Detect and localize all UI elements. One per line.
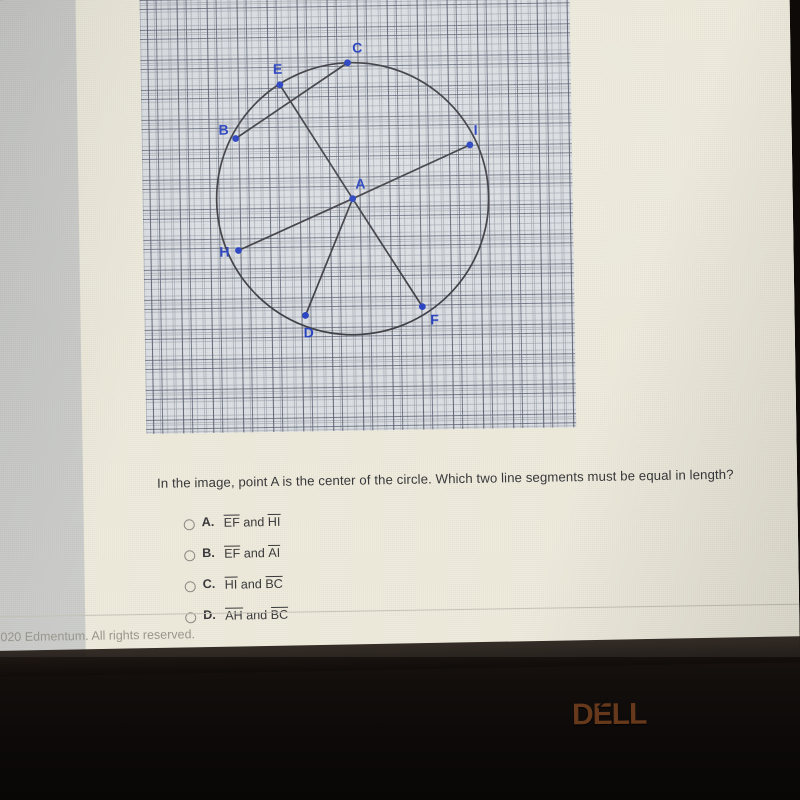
answer-choice-letter: A. (201, 514, 215, 530)
laptop-chassis (0, 657, 800, 800)
segment-bc (235, 62, 348, 140)
point-label-e: E (273, 61, 283, 77)
conjunction-text: and (240, 546, 269, 561)
segment-notation-second: HI (267, 513, 281, 530)
diagram-points (232, 59, 474, 319)
segment-notation-first: HI (224, 576, 238, 593)
radio-button-icon[interactable] (183, 519, 195, 531)
answer-choice-text: HI and BC (224, 575, 283, 593)
conjunction-text: and (237, 577, 266, 592)
point-label-i: I (474, 122, 478, 138)
dell-logo-letter-d: D (571, 698, 593, 732)
answer-choice-letter: C. (202, 576, 216, 592)
point-label-a: A (355, 175, 365, 191)
segment-notation-second: AI (268, 544, 281, 561)
dell-logo-letters-ll: LL (611, 697, 647, 731)
point-label-f: F (430, 311, 439, 327)
diagram-segments (235, 62, 471, 316)
segment-notation-second: BC (270, 606, 289, 623)
point-h (235, 247, 242, 254)
segment-ad (304, 198, 354, 316)
dell-logo-letter-e: E (592, 697, 612, 732)
segment-ai (352, 144, 471, 200)
conjunction-text: and (239, 515, 268, 530)
point-label-c: C (352, 40, 362, 56)
radio-button-icon[interactable] (184, 550, 196, 562)
segment-notation-second: BC (265, 575, 283, 592)
circle-diagram: B C E I A H D F (215, 40, 490, 341)
dell-brand-logo: DELL (572, 698, 647, 733)
conjunction-text: and (242, 608, 271, 623)
answer-choice-letter: B. (202, 545, 215, 561)
segment-af (351, 198, 424, 308)
answer-choice-text: EF and HI (223, 513, 281, 531)
segment-ah (238, 197, 354, 252)
point-label-d: D (304, 324, 314, 340)
segment-notation-first: AH (225, 607, 243, 624)
point-i (466, 141, 474, 149)
answer-choice-list: A. EF and HI B. EF and AI C. HI and BC D. AH an… (183, 509, 586, 639)
segment-notation-first: EF (224, 545, 241, 562)
segment-notation-first: EF (223, 514, 240, 531)
diagram-point-labels: B C E I A H D F (218, 40, 478, 341)
point-label-h: H (219, 244, 229, 260)
browser-page: BCEIAHDF In the image, point A is the ce… (0, 0, 800, 673)
answer-choice-text: AH and BC (225, 606, 289, 624)
answer-choice-text: EF and AI (224, 544, 281, 562)
answer-choice-letter: D. (203, 607, 216, 623)
point-label-b: B (218, 122, 228, 138)
radio-button-icon[interactable] (184, 581, 196, 593)
laptop-screen-photo: BCEIAHDF In the image, point A is the ce… (0, 0, 800, 800)
point-d (302, 312, 309, 319)
